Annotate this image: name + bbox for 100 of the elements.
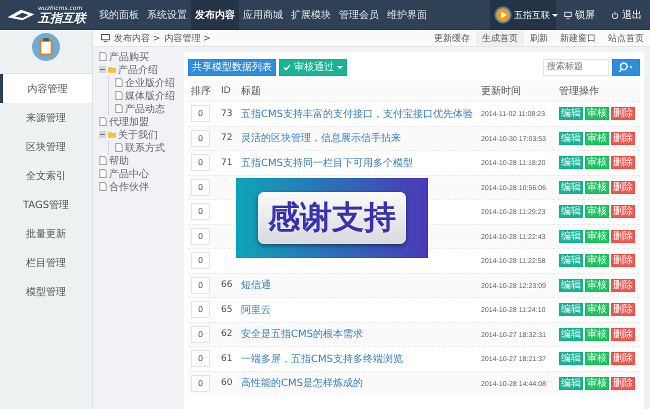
collapse-icon[interactable] [99, 131, 106, 138]
sort-field[interactable]: 0 [191, 178, 210, 196]
sort-field[interactable]: 0 [191, 130, 210, 147]
sort-field[interactable]: 0 [191, 154, 210, 172]
row-action-button[interactable]: 删除 [611, 156, 635, 170]
article-link[interactable]: 高性能的CMS是怎样炼成的 [241, 378, 363, 390]
tree-item[interactable]: 产品中心 [109, 166, 149, 180]
article-link[interactable]: 五指CMS支持丰富的支付接口，支付宝接口优先体验 [241, 108, 473, 120]
article-link[interactable]: 灵活的区块管理，信息展示信手拈来 [241, 133, 401, 144]
table-cell: 62 [221, 329, 232, 340]
column-header: 排序 [190, 84, 212, 98]
sidebar-item[interactable]: 全文索引 [0, 161, 92, 190]
tree-item[interactable]: 产品购买 [109, 50, 149, 64]
nav-tab[interactable]: 发布内容 [191, 0, 239, 30]
collapse-icon[interactable] [99, 66, 106, 73]
sort-field[interactable]: 0 [191, 350, 210, 368]
sidebar-item[interactable]: 批量更新 [0, 219, 92, 248]
nav-tab[interactable]: 维护界面 [383, 0, 431, 30]
sort-field[interactable]: 0 [191, 326, 210, 343]
breadcrumb-link[interactable]: 发布内容 > [114, 32, 160, 44]
nav-tab[interactable]: 系统设置 [143, 0, 191, 30]
row-action-button[interactable]: 删除 [611, 278, 635, 292]
row-action-button[interactable]: 删除 [611, 376, 635, 390]
sidebar-item[interactable]: 内容管理 [0, 74, 92, 103]
table-cell: 71 [221, 158, 232, 168]
row-action-button[interactable]: 编辑 [559, 132, 583, 145]
row-action-button[interactable]: 编辑 [559, 278, 583, 292]
sort-field[interactable]: 0 [191, 105, 210, 122]
tree-item[interactable]: 帮助 [109, 154, 129, 168]
row-action-button[interactable]: 编辑 [559, 107, 583, 120]
nav-tab[interactable]: 应用商城 [239, 0, 287, 30]
row-action-button[interactable]: 删除 [611, 107, 635, 120]
nav-tab[interactable]: 扩展模块 [287, 0, 335, 30]
article-link[interactable]: 安全是五指CMS的根本需求 [241, 329, 363, 340]
row-action-button[interactable]: 删除 [611, 180, 635, 194]
sidebar-item[interactable]: TAGS管理 [0, 190, 92, 219]
table-cell: 66 [221, 280, 232, 290]
sidebar-item[interactable]: 区块管理 [0, 132, 92, 161]
sort-field[interactable]: 0 [191, 301, 210, 318]
row-action-button[interactable]: 删除 [611, 303, 635, 316]
row-action-button[interactable]: 编辑 [559, 230, 583, 243]
top-action-link[interactable]: 退出 [603, 8, 650, 22]
folder-icon [108, 130, 116, 139]
user-menu[interactable]: 五指互联 [490, 0, 556, 30]
sort-field[interactable]: 0 [191, 252, 210, 270]
tree-item[interactable]: 联系方式 [125, 140, 165, 154]
thanks-text: 感谢支持 [258, 192, 406, 244]
sidebar-item[interactable]: 模型管理 [0, 277, 92, 306]
tree-item[interactable]: 合作伙伴 [109, 180, 149, 194]
row-action-button[interactable]: 删除 [611, 230, 635, 243]
tree-item[interactable]: 媒体版介绍 [125, 88, 175, 102]
share-data-button[interactable]: 共享模型数据列表 [188, 58, 276, 76]
article-link[interactable]: 阿里云 [241, 304, 271, 316]
row-action-button[interactable]: 删除 [611, 254, 635, 268]
row-action-button[interactable]: 编辑 [559, 303, 583, 316]
search-button[interactable] [612, 58, 640, 76]
tree-item[interactable]: 代理加盟 [109, 114, 149, 128]
sort-field[interactable]: 0 [191, 203, 210, 220]
row-action-button[interactable]: 删除 [611, 205, 635, 218]
article-link[interactable]: 短信通 [241, 280, 271, 292]
tree-item[interactable]: 产品动态 [125, 102, 165, 116]
toolbar-link[interactable]: 新建窗口 [554, 30, 602, 46]
row-action-button[interactable]: 编辑 [559, 205, 583, 218]
sort-field[interactable]: 0 [191, 228, 210, 245]
row-action-button[interactable]: 编辑 [559, 156, 583, 170]
row-action-button[interactable]: 删除 [611, 328, 635, 341]
row-action-button[interactable]: 编辑 [559, 328, 583, 341]
column-header: 更新时间 [481, 84, 522, 98]
row-action-button[interactable]: 删除 [611, 132, 635, 145]
tree-item[interactable]: 企业版介绍 [125, 76, 175, 90]
sort-field[interactable]: 0 [191, 276, 210, 294]
nav-tab[interactable]: 管理会员 [335, 0, 383, 30]
toolbar-link[interactable]: 更新缓存 [428, 30, 476, 46]
search-icon [618, 62, 634, 72]
tree-item[interactable]: 关于我们 [118, 128, 158, 142]
monitor-icon [564, 11, 572, 19]
table-cell: 60 [221, 378, 232, 388]
table-cell: 73 [221, 108, 232, 119]
row-action-button[interactable]: 删除 [611, 352, 635, 366]
top-action-link[interactable]: 锁屏 [556, 8, 603, 22]
tree-item[interactable]: 产品介绍 [118, 62, 158, 76]
table-cell: 61 [221, 354, 232, 364]
nav-tab[interactable]: 我的面板 [95, 0, 143, 30]
sort-field[interactable]: 0 [191, 374, 210, 392]
approve-dropdown-button[interactable]: 审核通过 [279, 58, 347, 76]
row-action-button[interactable]: 编辑 [559, 254, 583, 268]
sidebar-item[interactable]: 来源管理 [0, 103, 92, 132]
row-action-button[interactable]: 编辑 [559, 180, 583, 194]
article-link[interactable]: 五指CMS支持同一栏目下可用多个模型 [241, 158, 413, 169]
row-action-button[interactable]: 编辑 [559, 352, 583, 366]
search-field[interactable]: 搜索标题 [543, 58, 609, 76]
row-action-button[interactable]: 编辑 [559, 376, 583, 390]
monitor-icon [101, 34, 110, 42]
article-link[interactable]: 一端多屏，五指CMS支持多终端浏览 [241, 354, 403, 365]
clipboard-icon [32, 33, 60, 61]
toolbar-link[interactable]: 站点首页 [602, 30, 650, 46]
breadcrumb-link[interactable]: 内容管理 > [164, 32, 211, 44]
sidebar-item[interactable]: 栏目管理 [0, 248, 92, 277]
toolbar-link[interactable]: 刷新 [524, 30, 554, 46]
toolbar-link[interactable]: 生成首页 [476, 30, 524, 46]
